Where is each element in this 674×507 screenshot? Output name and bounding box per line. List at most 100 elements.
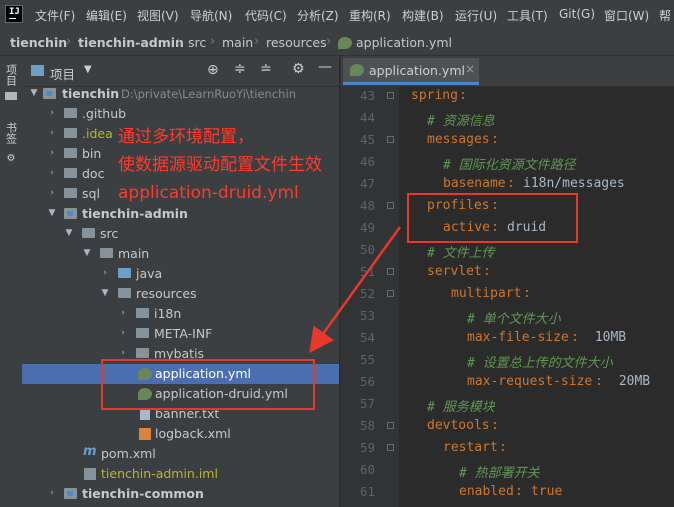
yaml-leaf-icon [338,37,352,49]
tree-item-pom-xml[interactable]: m pom.xml [22,444,339,464]
project-tool-label: 项目 [4,64,18,86]
project-path: D:\private\LearnRuoYi\tienchin [121,87,296,101]
code-line[interactable]: 46 # 国际化资源文件路径 [341,152,674,174]
chevron-right-icon[interactable]: › [118,347,128,359]
tree-item-iml[interactable]: tienchin-admin.iml [22,464,339,484]
collapse-all-icon[interactable]: ≐ [260,61,272,77]
tree-item-label: sql [82,186,100,201]
code-line[interactable]: 43 spring : [341,86,674,108]
menu-tools[interactable]: 工具(T) [507,7,548,24]
chevron-right-icon[interactable]: › [47,167,57,179]
menu-build[interactable]: 构建(B) [402,7,444,24]
folder-icon [100,248,113,258]
fold-icon[interactable] [387,136,394,143]
chevron-right-icon[interactable]: › [47,107,57,119]
code-line[interactable]: 50 # 文件上传 [341,240,674,262]
tree-item-src[interactable]: ▼ src [22,224,339,244]
chevron-down-icon[interactable]: ▼ [82,247,92,259]
tree-item-main[interactable]: ▼ main [22,244,339,264]
code-line[interactable]: 61 enabled : true [341,482,674,504]
yaml-value: 10MB [587,330,627,345]
breadcrumb-item[interactable]: application.yml [356,35,452,50]
tree-item-tienchin-admin[interactable]: ▼ tienchin-admin [22,204,339,224]
menu-navigate[interactable]: 导航(N) [190,7,232,24]
hide-panel-icon[interactable]: — [318,59,332,75]
line-number: 57 [359,396,375,411]
code-line[interactable]: 53 # 单个文件大小 [341,306,674,328]
menu-file[interactable]: 文件(F) [35,7,75,24]
fold-icon[interactable] [387,268,394,275]
code-line[interactable]: 52 multipart : [341,284,674,306]
menu-view[interactable]: 视图(V) [137,7,179,24]
yaml-key: max-request-size [467,374,593,389]
fold-icon[interactable] [387,202,394,209]
breadcrumb-item[interactable]: main [222,35,253,50]
code-line[interactable]: 44 # 资源信息 [341,108,674,130]
menu-edit[interactable]: 编辑(E) [86,7,127,24]
code-line[interactable]: 58 devtools : [341,416,674,438]
annotation-line-1: 通过多环境配置， [118,127,254,147]
code-line[interactable]: 51 servlet : [341,262,674,284]
menu-window[interactable]: 窗口(W) [604,7,649,24]
tree-item-github[interactable]: › .github [22,104,339,124]
chevron-down-icon[interactable]: ▼ [47,207,57,219]
code-line[interactable]: 54 max-file-size : 10MB [341,328,674,350]
gear-icon[interactable]: ⚙ [292,61,305,77]
expand-all-icon[interactable]: ≑ [234,61,246,77]
tree-item-label: bin [82,146,102,161]
code-line[interactable]: 60 # 热部署开关 [341,460,674,482]
chevron-down-icon[interactable]: ▼ [84,64,92,75]
fold-icon[interactable] [387,422,394,429]
code-line[interactable]: 45 messages : [341,130,674,152]
chevron-right-icon[interactable]: › [47,127,57,139]
close-icon[interactable]: × [465,62,475,76]
breadcrumb-item[interactable]: tienchin-admin [78,35,184,50]
menu-help[interactable]: 帮 [659,7,671,24]
tree-item-label: META-INF [154,326,213,341]
yaml-colon: : [499,440,507,455]
chevron-down-icon[interactable]: ▼ [100,287,110,299]
tree-item-java[interactable]: › java [22,264,339,284]
panel-title[interactable]: 项目 [50,64,75,83]
fold-icon[interactable] [387,290,394,297]
chevron-right-icon[interactable]: › [47,187,57,199]
code-line[interactable]: 59 restart : [341,438,674,460]
breadcrumb-item[interactable]: resources [266,35,327,50]
project-tool-button[interactable]: 项目 [3,64,19,89]
locate-file-icon[interactable]: ⊕ [207,62,219,78]
chevron-right-icon[interactable]: › [100,267,110,279]
tree-item-i18n[interactable]: › i18n [22,304,339,324]
code-line[interactable]: 56 max-request-size : 20MB [341,372,674,394]
tab-application-yml[interactable]: application.yml × [343,58,479,85]
menu-run[interactable]: 运行(U) [455,7,497,24]
menu-code[interactable]: 代码(C) [245,7,287,24]
tree-item-logback-xml[interactable]: logback.xml [22,424,339,444]
chevron-down-icon[interactable]: ▼ [64,227,74,239]
code-line[interactable]: 55 # 设置总上传的文件大小 [341,350,674,372]
chevron-right-icon[interactable]: › [118,327,128,339]
annotation-line-2: 使数据源驱动配置文件生效 [118,155,322,175]
chevron-right-icon[interactable]: › [47,147,57,159]
code-line[interactable]: 57 # 服务模块 [341,394,674,416]
chevron-down-icon[interactable]: ▼ [29,87,39,99]
breadcrumb-item[interactable]: tienchin [10,35,67,50]
menu-refactor[interactable]: 重构(R) [349,7,391,24]
fold-icon[interactable] [387,92,394,99]
menu-analyze[interactable]: 分析(Z) [297,7,339,24]
menu-git[interactable]: Git(G) [559,7,595,21]
tree-item-resources[interactable]: ▼ resources [22,284,339,304]
yaml-key: servlet [427,264,482,279]
line-number: 59 [359,440,375,455]
tree-item-tienchin[interactable]: ▼ tienchin D:\private\LearnRuoYi\tienchi… [22,84,339,104]
tree-item-label: src [100,226,119,241]
intellij-logo-icon: IJ [5,5,23,23]
fold-icon[interactable] [387,444,394,451]
line-number: 45 [359,132,375,147]
yaml-colon: : [507,176,515,191]
tree-item-meta-inf[interactable]: › META-INF [22,324,339,344]
chevron-right-icon[interactable]: › [47,487,57,499]
breadcrumb-item[interactable]: src [188,35,206,50]
bookmarks-tool-button[interactable]: 书签 [3,122,19,147]
chevron-right-icon[interactable]: › [118,307,128,319]
tree-item-tienchin-common[interactable]: › tienchin-common [22,484,339,504]
